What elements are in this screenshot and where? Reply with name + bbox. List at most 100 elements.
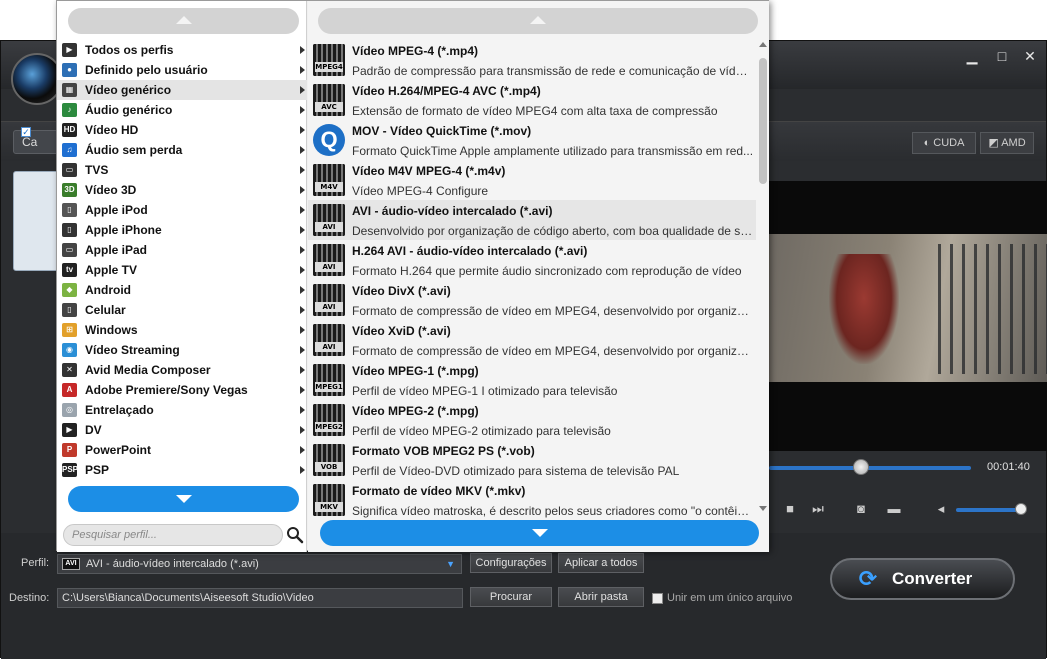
category-item[interactable]: ♪ Áudio genérico: [57, 100, 307, 120]
seek-bar[interactable]: [769, 466, 971, 470]
format-item[interactable]: M4V Vídeo M4V MPEG-4 (*.m4v) Vídeo MPEG-4 …: [308, 160, 756, 200]
maximize-icon[interactable]: □: [991, 47, 1013, 65]
close-icon[interactable]: ✕: [1019, 47, 1041, 65]
category-scroll-down-button[interactable]: [68, 486, 299, 512]
format-item[interactable]: MPEG1 Vídeo MPEG-1 (*.mpg) Perfil de vídeo…: [308, 360, 756, 400]
format-badge: AVC: [315, 102, 343, 112]
category-label: Apple iPod: [85, 203, 148, 217]
format-item[interactable]: AVI Vídeo XviD (*.avi) Formato de compress…: [308, 320, 756, 360]
preview-fence-shape: [938, 244, 1047, 374]
volume-handle[interactable]: [1015, 503, 1027, 515]
apple-tv-icon: tv: [62, 263, 77, 277]
category-item[interactable]: ◎ Entrelaçado: [57, 400, 307, 420]
folder-icon[interactable]: ▬: [885, 501, 903, 516]
category-label: Entrelaçado: [85, 403, 154, 417]
scroll-thumb[interactable]: [759, 58, 767, 184]
format-name: MOV - Vídeo QuickTime (*.mov): [352, 124, 532, 138]
category-item[interactable]: ▯ Apple iPod: [57, 200, 307, 220]
quicktime-glyph: Q: [320, 127, 338, 152]
category-item[interactable]: PSP PSP: [57, 460, 307, 480]
format-item[interactable]: AVI Vídeo DivX (*.avi) Formato de compress…: [308, 280, 756, 320]
format-scroll-up-button[interactable]: [318, 8, 758, 34]
format-name: Formato VOB MPEG2 PS (*.vob): [352, 444, 535, 458]
next-frame-icon[interactable]: ⏭: [809, 501, 827, 517]
chevron-right-icon: [300, 206, 305, 214]
volume-slider[interactable]: [956, 508, 1022, 512]
volume-icon[interactable]: ◂: [932, 501, 950, 517]
psp-icon: PSP: [62, 463, 78, 477]
category-item[interactable]: ◉ Vídeo Streaming: [57, 340, 307, 360]
browse-button[interactable]: Procurar: [470, 587, 552, 607]
category-scroll-up-button[interactable]: [68, 8, 299, 34]
chevron-right-icon: [300, 246, 305, 254]
apply-to-all-button[interactable]: Aplicar a todos: [558, 553, 644, 573]
category-item[interactable]: ▭ TVS: [57, 160, 307, 180]
category-item[interactable]: ✕ Avid Media Composer: [57, 360, 307, 380]
category-item[interactable]: 3D Vídeo 3D: [57, 180, 307, 200]
scroll-down-arrow-icon[interactable]: [759, 506, 767, 511]
format-name: Vídeo M4V MPEG-4 (*.m4v): [352, 164, 506, 178]
film-format-icon: MKV: [313, 484, 345, 516]
format-name: Vídeo H.264/MPEG-4 AVC (*.mp4): [352, 84, 541, 98]
format-item[interactable]: MPEG2 Vídeo MPEG-2 (*.mpg) Perfil de vídeo…: [308, 400, 756, 440]
category-item[interactable]: ● Definido pelo usuário: [57, 60, 307, 80]
category-item[interactable]: ▭ Apple iPad: [57, 240, 307, 260]
chevron-right-icon: [300, 446, 305, 454]
category-item[interactable]: ▦ Vídeo genérico: [57, 80, 307, 100]
category-item[interactable]: ▶ DV: [57, 420, 307, 440]
format-scrollbar[interactable]: [757, 40, 768, 518]
format-item[interactable]: Q MOV - Vídeo QuickTime (*.mov) Formato Qu…: [308, 120, 756, 160]
format-item[interactable]: AVI H.264 AVI - áudio-vídeo intercalado (…: [308, 240, 756, 280]
format-description: Perfil de vídeo MPEG-2 otimizado para te…: [352, 424, 611, 438]
category-item[interactable]: ▯ Apple iPhone: [57, 220, 307, 240]
amd-icon: ◩: [988, 137, 1002, 149]
category-item[interactable]: P PowerPoint: [57, 440, 307, 460]
category-label: Definido pelo usuário: [85, 63, 208, 77]
chevron-right-icon: [300, 186, 305, 194]
format-description: Formato de compressão de vídeo em MPEG4,…: [352, 344, 754, 358]
globe-icon: ◉: [62, 343, 77, 357]
format-badge: MPEG4: [315, 62, 343, 72]
minimize-icon[interactable]: ▁: [961, 47, 983, 65]
scroll-up-arrow-icon[interactable]: [759, 42, 767, 47]
category-item[interactable]: ▯ Celular: [57, 300, 307, 320]
profile-select[interactable]: AVI AVI - áudio-vídeo intercalado (*.avi…: [57, 554, 462, 574]
snapshot-icon[interactable]: ◙: [852, 501, 870, 516]
category-label: Windows: [85, 323, 138, 337]
category-item[interactable]: HD Vídeo HD: [57, 120, 307, 140]
chevron-right-icon: [300, 106, 305, 114]
format-name: AVI - áudio-vídeo intercalado (*.avi): [352, 204, 553, 218]
amd-button[interactable]: ◩ AMD: [980, 132, 1034, 154]
cuda-button[interactable]: ◐ CUDA: [912, 132, 976, 154]
open-folder-button[interactable]: Abrir pasta: [558, 587, 644, 607]
settings-button[interactable]: Configurações: [470, 553, 552, 573]
format-item[interactable]: VOB Formato VOB MPEG2 PS (*.vob) Perfil de…: [308, 440, 756, 480]
chevron-down-icon[interactable]: ▼: [446, 555, 455, 573]
profile-search-input[interactable]: Pesquisar perfil...: [63, 524, 283, 546]
category-item[interactable]: A Adobe Premiere/Sony Vegas: [57, 380, 307, 400]
destination-input[interactable]: C:\Users\Bianca\Documents\Aiseesoft Stud…: [57, 588, 463, 608]
format-item[interactable]: AVC Vídeo H.264/MPEG-4 AVC (*.mp4) Extensã…: [308, 80, 756, 120]
format-item[interactable]: MKV Formato de vídeo MKV (*.mkv) Significa…: [308, 480, 756, 520]
merge-checkbox[interactable]: [652, 593, 663, 604]
category-item[interactable]: ◆ Android: [57, 280, 307, 300]
category-item[interactable]: ♫ Áudio sem perda: [57, 140, 307, 160]
search-icon[interactable]: [286, 526, 304, 544]
category-item[interactable]: ▶ Todos os perfis: [57, 40, 307, 60]
chevron-right-icon: [300, 466, 305, 474]
format-description: Perfil de Vídeo-DVD otimizado para siste…: [352, 464, 680, 478]
video-thumbnail[interactable]: [13, 171, 61, 271]
triangle-up-icon: [530, 16, 546, 24]
seek-handle[interactable]: [853, 459, 869, 475]
format-item[interactable]: MPEG4 Vídeo MPEG-4 (*.mp4) Padrão de compr…: [308, 40, 756, 80]
category-item[interactable]: ⊞ Windows: [57, 320, 307, 340]
merge-label: Unir em um único arquivo: [667, 592, 793, 604]
format-item[interactable]: AVI AVI - áudio-vídeo intercalado (*.avi)…: [308, 200, 756, 240]
category-item[interactable]: tv Apple TV: [57, 260, 307, 280]
video-select-checkbox[interactable]: ✓: [21, 127, 31, 137]
convert-button[interactable]: ⟳ Converter: [830, 558, 1015, 600]
format-badge: AVI: [315, 262, 343, 272]
stop-icon[interactable]: ■: [781, 501, 799, 516]
format-name: Formato de vídeo MKV (*.mkv): [352, 484, 526, 498]
format-scroll-down-button[interactable]: [320, 520, 759, 546]
